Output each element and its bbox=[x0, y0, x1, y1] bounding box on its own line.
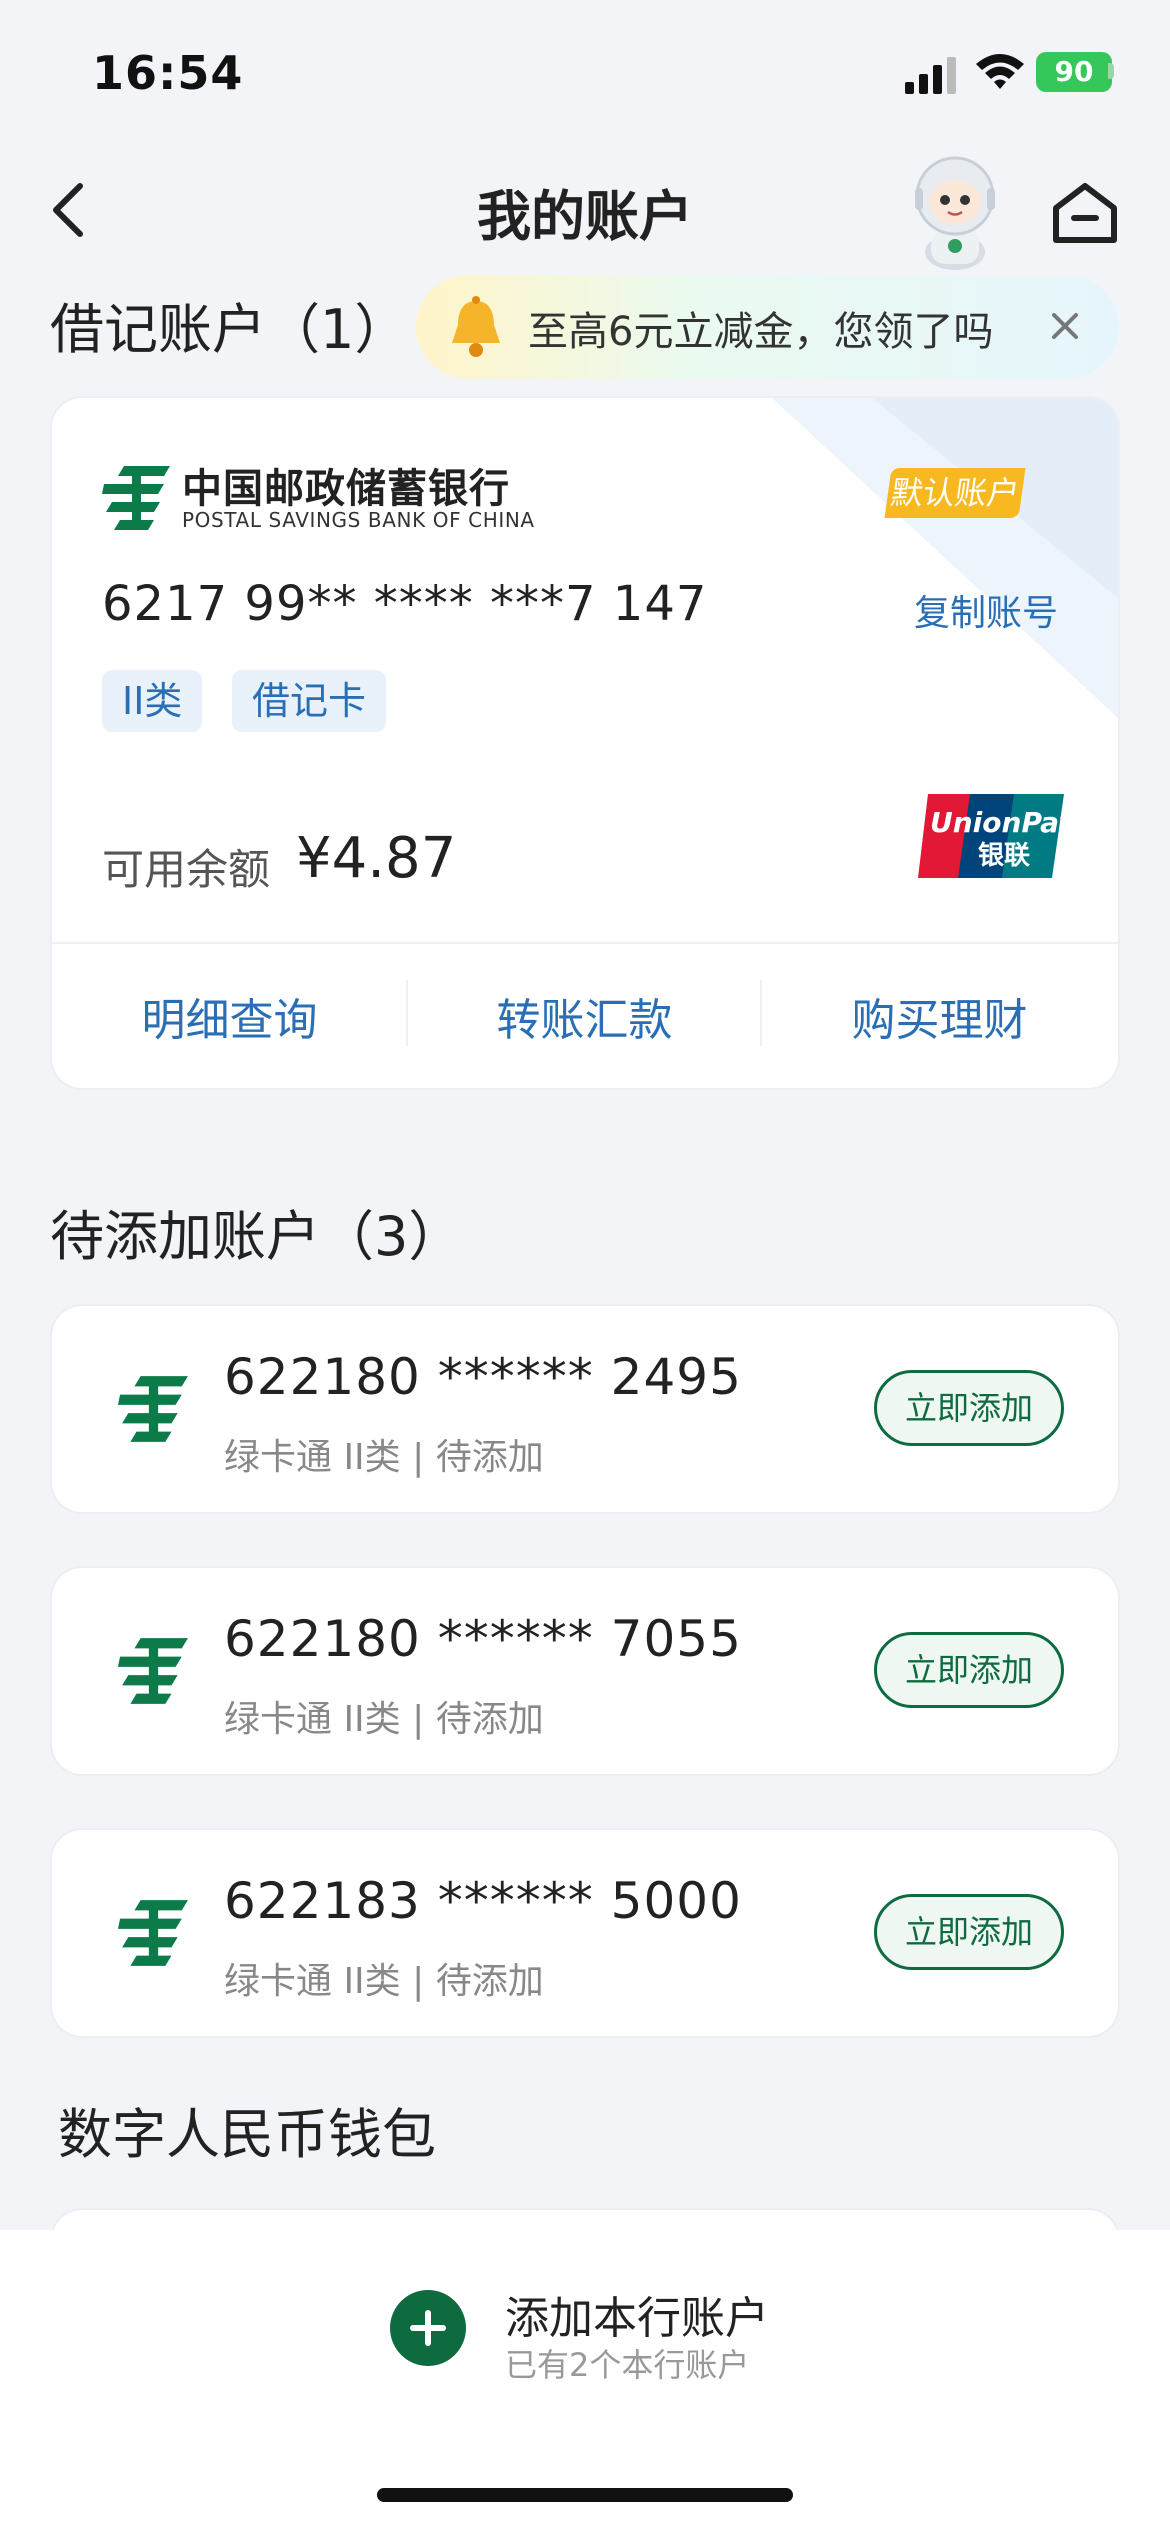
default-account-badge: 默认账户 bbox=[884, 468, 1026, 518]
pending-account-card[interactable]: 622180 ****** 7055 绿卡通 II类 | 待添加 立即添加 bbox=[52, 1568, 1118, 1774]
buy-wealth-button[interactable]: 购买理财 bbox=[762, 984, 1117, 1048]
card-type-tag: 借记卡 bbox=[232, 670, 387, 732]
add-account-button[interactable]: 添加本行账户 已有2个本行账户 bbox=[390, 2282, 810, 2392]
pending-section-title: 待添加账户（3） bbox=[50, 1205, 463, 1268]
pending-account-number: 622180 ****** 2495 bbox=[224, 1348, 742, 1406]
add-now-button[interactable]: 立即添加 bbox=[874, 1894, 1064, 1970]
debit-account-card[interactable]: 中国邮政储蓄银行 POSTAL SAVINGS BANK OF CHINA 默认… bbox=[52, 398, 1118, 1088]
psbc-logo-icon bbox=[118, 1900, 188, 1966]
add-now-button[interactable]: 立即添加 bbox=[874, 1632, 1064, 1708]
promo-banner[interactable]: 至高6元立减金，您领了吗 bbox=[416, 275, 1119, 379]
bank-name-en: POSTAL SAVINGS BANK OF CHINA bbox=[182, 508, 535, 532]
account-class-tag: II类 bbox=[102, 670, 203, 732]
status-time: 16:54 bbox=[92, 46, 244, 100]
copy-account-button[interactable]: 复制账号 bbox=[914, 584, 1058, 636]
pending-account-status: 绿卡通 II类 | 待添加 bbox=[224, 1437, 544, 1478]
pending-account-card[interactable]: 622180 ****** 2495 绿卡通 II类 | 待添加 立即添加 bbox=[52, 1306, 1118, 1512]
pending-account-card[interactable]: 622183 ****** 5000 绿卡通 II类 | 待添加 立即添加 bbox=[52, 1830, 1118, 2036]
battery-tip bbox=[1108, 63, 1114, 79]
pending-account-number: 622183 ****** 5000 bbox=[224, 1872, 742, 1930]
add-account-sub: 已有2个本行账户 bbox=[505, 2346, 750, 2384]
card-decoration bbox=[772, 398, 1118, 718]
transaction-query-button[interactable]: 明细查询 bbox=[52, 984, 407, 1048]
nav-bar: 我的账户 bbox=[0, 140, 1170, 280]
promo-text: 至高6元立减金，您领了吗 bbox=[528, 309, 994, 355]
psbc-logo-icon bbox=[118, 1638, 188, 1704]
debit-section-title: 借记账户（1） bbox=[50, 298, 409, 361]
balance-label: 可用余额 bbox=[102, 845, 271, 894]
psbc-logo-icon bbox=[102, 466, 170, 530]
unionpay-logo: UnionPay 银联 bbox=[918, 794, 1068, 878]
wallet-section-title: 数字人民币钱包 bbox=[58, 2103, 436, 2166]
psbc-logo-icon bbox=[118, 1376, 188, 1442]
balance-value: ¥4.87 bbox=[296, 826, 457, 891]
bank-name-cn: 中国邮政储蓄银行 bbox=[182, 466, 510, 512]
pending-account-status: 绿卡通 II类 | 待添加 bbox=[224, 1699, 544, 1740]
bottom-bar: 添加本行账户 已有2个本行账户 bbox=[0, 2230, 1170, 2532]
add-now-button[interactable]: 立即添加 bbox=[874, 1370, 1064, 1446]
robot-avatar[interactable] bbox=[905, 152, 1005, 270]
plus-icon bbox=[390, 2290, 466, 2366]
transfer-button[interactable]: 转账汇款 bbox=[407, 984, 762, 1048]
status-bar: 16:54 90 bbox=[0, 0, 1170, 140]
bell-icon bbox=[452, 296, 500, 357]
close-icon[interactable] bbox=[1036, 297, 1094, 355]
card-divider bbox=[52, 942, 1118, 944]
card-number: 6217 99** **** ***7 147 bbox=[102, 576, 708, 632]
signal-icon bbox=[905, 57, 956, 94]
battery-icon: 90 bbox=[1036, 52, 1112, 92]
pending-account-number: 622180 ****** 7055 bbox=[224, 1610, 742, 1668]
home-indicator bbox=[377, 2488, 793, 2502]
svg-text:银联: 银联 bbox=[978, 841, 1030, 871]
svg-text:UnionPay: UnionPay bbox=[930, 806, 1068, 839]
home-icon[interactable] bbox=[1048, 180, 1122, 246]
wifi-icon bbox=[976, 54, 1024, 89]
add-account-label: 添加本行账户 bbox=[505, 2293, 769, 2344]
pending-account-status: 绿卡通 II类 | 待添加 bbox=[224, 1961, 544, 2002]
